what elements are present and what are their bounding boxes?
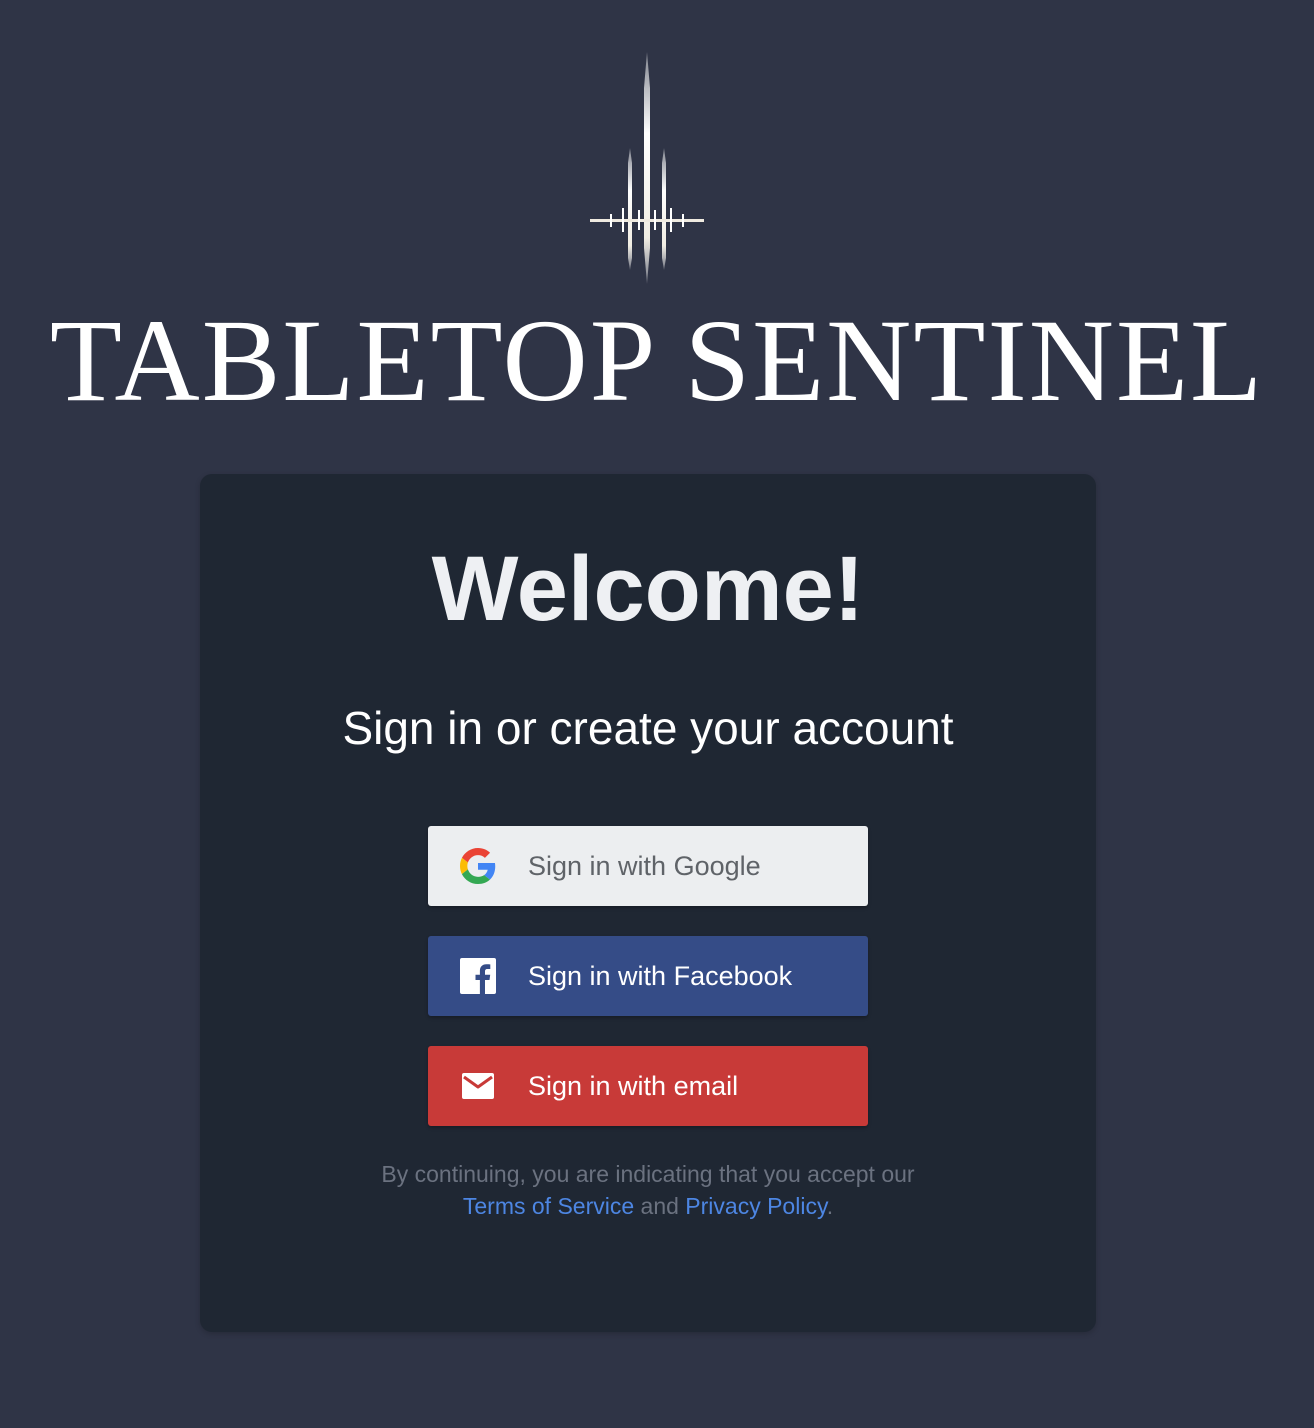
- legal-notice: By continuing, you are indicating that y…: [200, 1158, 1096, 1222]
- google-button-label: Sign in with Google: [528, 851, 761, 881]
- facebook-sign-in-button[interactable]: Sign in with Facebook: [428, 936, 868, 1016]
- legal-conjunction: and: [640, 1193, 679, 1219]
- terms-of-service-link[interactable]: Terms of Service: [463, 1193, 634, 1219]
- privacy-policy-link[interactable]: Privacy Policy: [685, 1193, 826, 1219]
- brand-title: TABLETOP SENTINEL: [49, 295, 1265, 426]
- legal-notice-line: By continuing, you are indicating that y…: [381, 1161, 915, 1187]
- sign-in-subtitle: Sign in or create your account: [342, 702, 954, 754]
- email-button-label: Sign in with email: [528, 1071, 739, 1101]
- mail-icon: [460, 1068, 496, 1104]
- google-icon: [460, 848, 496, 884]
- email-sign-in-button[interactable]: Sign in with email: [428, 1046, 868, 1126]
- legal-links-line: Terms of Service and Privacy Policy.: [200, 1190, 1096, 1222]
- welcome-heading: Welcome!: [431, 538, 865, 640]
- sign-in-card: Welcome! Sign in or create your account …: [200, 474, 1096, 1332]
- facebook-icon: [460, 958, 496, 994]
- facebook-button-label: Sign in with Facebook: [528, 961, 793, 991]
- legal-period: .: [826, 1193, 834, 1219]
- sword-crest-icon: [582, 48, 712, 290]
- google-sign-in-button[interactable]: Sign in with Google: [428, 826, 868, 906]
